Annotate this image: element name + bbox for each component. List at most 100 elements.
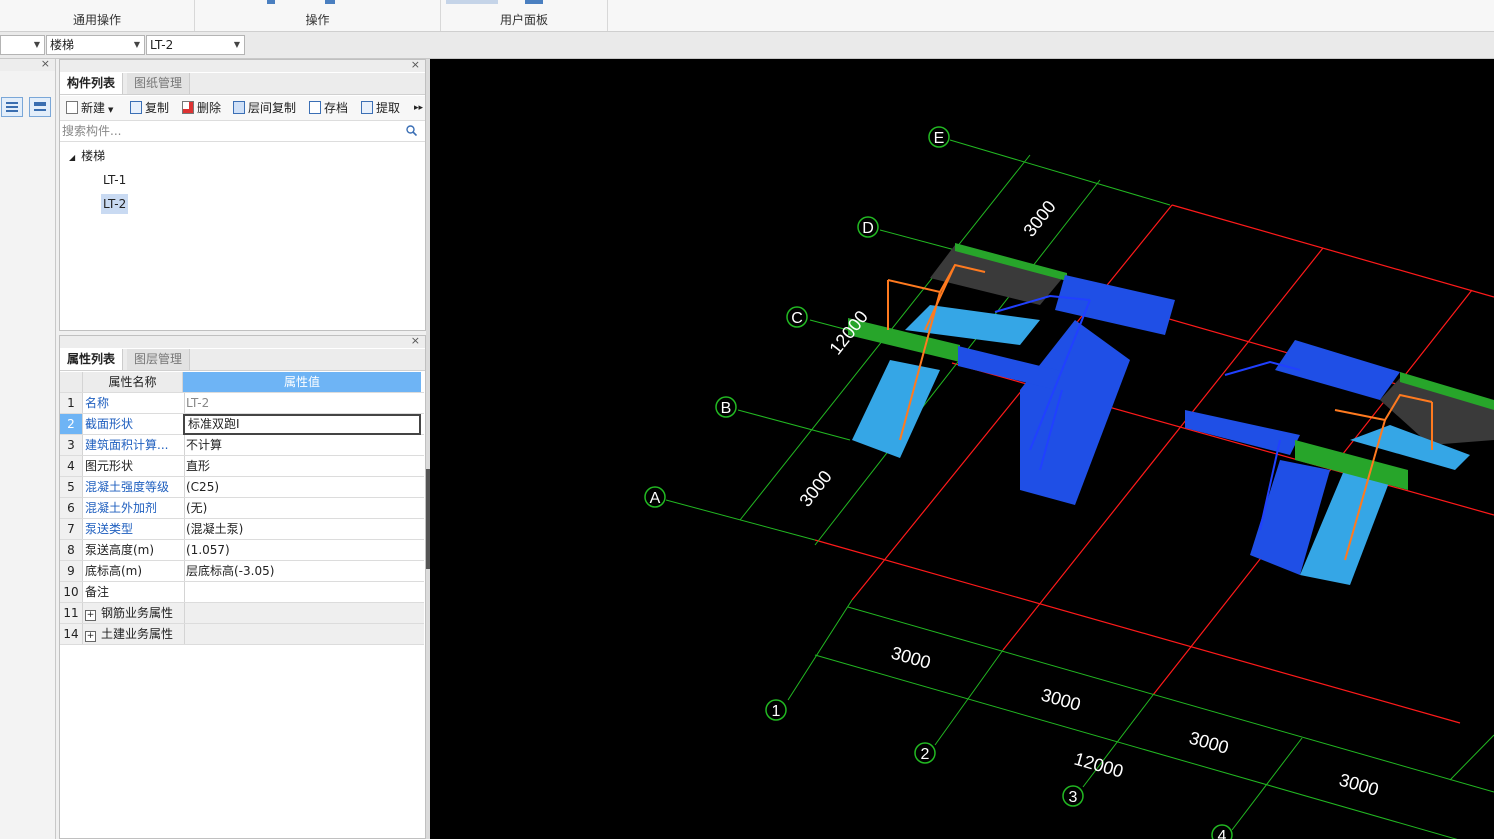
property-name: 建筑面积计算... xyxy=(83,435,185,455)
property-value[interactable] xyxy=(183,582,424,602)
property-row[interactable]: 6 混凝土外加剂 (无) xyxy=(60,498,424,519)
row-number: 1 xyxy=(60,393,83,413)
row-number: 7 xyxy=(60,519,83,539)
expand-plus-icon[interactable]: + xyxy=(85,610,96,621)
property-row[interactable]: 10 备注 xyxy=(60,582,424,603)
axis-bubble-d[interactable]: D xyxy=(857,216,879,238)
row-number: 11 xyxy=(60,603,83,623)
property-value[interactable]: 直形 xyxy=(183,456,424,476)
search-icon[interactable] xyxy=(406,125,417,136)
property-grid-header: 属性名称 属性值 xyxy=(60,372,424,393)
axis-bubble-3[interactable]: 3 xyxy=(1062,785,1084,807)
property-row[interactable]: 2 截面形状 标准双跑I xyxy=(60,414,424,435)
property-panel: × 属性列表 图层管理 属性名称 属性值 1 名称 LT-2 2 截面形状 标准… xyxy=(59,334,426,839)
viewport-canvas[interactable]: A B C D E 1 2 3 4 3000 12000 3000 3000 3… xyxy=(430,59,1494,839)
save-button[interactable]: 存档 xyxy=(309,100,348,116)
property-value[interactable]: (混凝土泵) xyxy=(183,519,424,539)
property-value[interactable]: (1.057) xyxy=(183,540,424,560)
property-name: 截面形状 xyxy=(83,414,185,434)
tab-layer-management[interactable]: 图层管理 xyxy=(127,349,191,370)
component-list-panel: × 构件列表 图纸管理 新建 ▼ 复制 删除 层间复制 存档 提取 ▸▸ 搜索构… xyxy=(59,58,426,331)
property-value-editor[interactable]: 标准双跑I xyxy=(183,414,421,435)
tree-item-lt-1[interactable]: LT-1 xyxy=(103,170,126,190)
ribbon-group-user-panel: 用户面板 xyxy=(441,0,608,31)
property-row[interactable]: 5 混凝土强度等级 (C25) xyxy=(60,477,424,498)
extract-button[interactable]: 提取 xyxy=(361,100,400,116)
property-row[interactable]: 3 建筑面积计算... 不计算 xyxy=(60,435,424,456)
component-tabs: 构件列表 图纸管理 xyxy=(60,73,425,95)
close-icon[interactable]: × xyxy=(411,58,420,71)
stair-landing-blue[interactable] xyxy=(1275,340,1400,400)
copy-icon xyxy=(130,101,142,114)
axis-bubble-e[interactable]: E xyxy=(928,126,950,148)
tab-component-list[interactable]: 构件列表 xyxy=(60,73,124,94)
axis-bubble-a[interactable]: A xyxy=(644,486,666,508)
property-row[interactable]: 1 名称 LT-2 xyxy=(60,393,424,414)
floor-copy-button-label: 层间复制 xyxy=(248,101,297,115)
stair-flight-blue[interactable] xyxy=(1020,320,1130,505)
tab-drawing-management[interactable]: 图纸管理 xyxy=(127,73,191,94)
selector-bar: ▼ 楼梯 ▼ LT-2 ▼ xyxy=(0,32,1494,59)
delete-button[interactable]: 删除 xyxy=(182,100,221,116)
tree-root[interactable]: ◢ 楼梯 xyxy=(69,146,105,166)
axis-bubble-2[interactable]: 2 xyxy=(914,742,936,764)
ribbon-button-fragment[interactable] xyxy=(267,0,275,4)
axis-label-e: E xyxy=(934,130,945,147)
axis-bubble-4[interactable]: 4 xyxy=(1211,824,1233,839)
ribbon-button-fragment[interactable] xyxy=(325,0,335,4)
collapse-triangle-icon[interactable]: ◢ xyxy=(69,153,75,162)
axis-bubble-1[interactable]: 1 xyxy=(765,699,787,721)
property-name: 图元形状 xyxy=(83,456,185,476)
row-number: 14 xyxy=(60,624,83,644)
ribbon-button-fragment[interactable] xyxy=(446,0,498,4)
component-type-dropdown[interactable]: 楼梯 ▼ xyxy=(46,35,145,55)
component-dropdown[interactable]: LT-2 ▼ xyxy=(146,35,245,55)
panel-view-button[interactable] xyxy=(29,97,51,117)
stair-lt-1[interactable] xyxy=(848,243,1175,505)
floor-copy-button[interactable]: 层间复制 xyxy=(233,100,296,116)
close-icon[interactable]: × xyxy=(411,334,420,347)
more-icon[interactable]: ▸▸ xyxy=(414,100,423,116)
axis-bubble-b[interactable]: B xyxy=(715,396,737,418)
property-group-row[interactable]: 11 + 钢筋业务属性 xyxy=(60,603,424,624)
stair-landing-blue-2[interactable] xyxy=(1185,410,1300,455)
close-icon[interactable]: × xyxy=(41,57,50,70)
property-value[interactable]: (无) xyxy=(183,498,424,518)
chevron-down-icon: ▼ xyxy=(133,40,140,49)
property-value[interactable]: LT-2 xyxy=(183,393,424,413)
3d-viewport[interactable]: A B C D E 1 2 3 4 3000 12000 3000 3000 3… xyxy=(430,59,1494,839)
property-row[interactable]: 4 图元形状 直形 xyxy=(60,456,424,477)
axis-bubble-c[interactable]: C xyxy=(786,306,808,328)
property-value[interactable]: 层底标高(-3.05) xyxy=(183,561,424,581)
panel-header: × xyxy=(0,57,55,71)
stair-flight-cyan[interactable] xyxy=(852,360,940,458)
dimension-text: 12000 xyxy=(1072,749,1126,782)
property-row[interactable]: 9 底标高(m) 层底标高(-3.05) xyxy=(60,561,424,582)
category-dropdown[interactable]: ▼ xyxy=(0,35,45,55)
list-view-button[interactable] xyxy=(1,97,23,117)
property-value[interactable]: 不计算 xyxy=(183,435,424,455)
dimension-text: 3000 xyxy=(889,643,933,673)
new-button[interactable]: 新建 ▼ xyxy=(66,100,113,118)
search-input[interactable] xyxy=(62,123,392,139)
axis-label-d: D xyxy=(862,220,874,237)
property-value[interactable]: (C25) xyxy=(183,477,424,497)
property-group-row[interactable]: 14 + 土建业务属性 xyxy=(60,624,424,645)
tab-property-list[interactable]: 属性列表 xyxy=(60,349,124,370)
property-value xyxy=(183,603,424,623)
panel-header: × xyxy=(60,58,425,72)
dimension-text: 3000 xyxy=(1019,197,1059,241)
property-row[interactable]: 7 泵送类型 (混凝土泵) xyxy=(60,519,424,540)
ribbon-group-label: 用户面板 xyxy=(499,13,548,27)
property-row[interactable]: 8 泵送高度(m) (1.057) xyxy=(60,540,424,561)
axis-grid xyxy=(814,204,1494,724)
property-name: 泵送高度(m) xyxy=(83,540,185,560)
tree-item-lt-2[interactable]: LT-2 xyxy=(101,194,129,214)
stair-lt-2[interactable] xyxy=(1185,340,1494,585)
property-name: 泵送类型 xyxy=(83,519,185,539)
copy-button[interactable]: 复制 xyxy=(130,100,169,116)
expand-plus-icon[interactable]: + xyxy=(85,631,96,642)
ribbon-button-fragment[interactable] xyxy=(525,0,543,4)
stair-beam-blue[interactable] xyxy=(958,346,1065,392)
property-name: 混凝土外加剂 xyxy=(83,498,185,518)
